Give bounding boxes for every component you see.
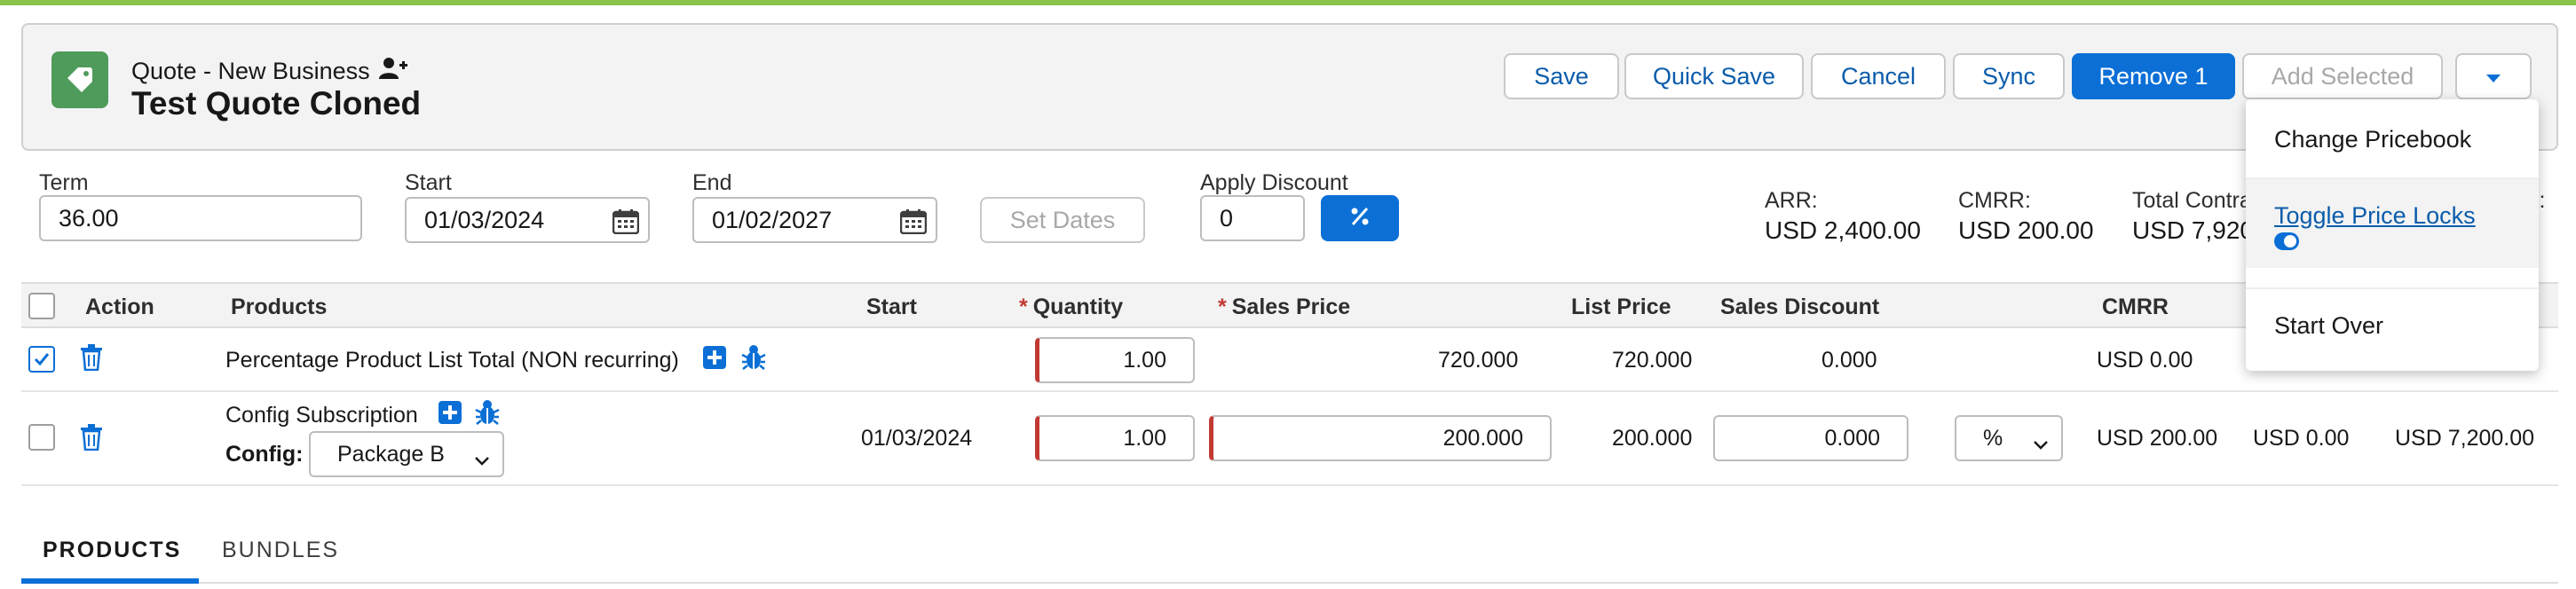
arr-label: ARR: (1765, 188, 1818, 213)
discount-unit-select[interactable]: % (1955, 415, 2063, 461)
extra-value-1: USD 0.00 (2253, 426, 2350, 451)
term-input[interactable]: 36.00 (39, 195, 362, 241)
line-items-header: Action Products Start * Quantity * Sales P… (21, 282, 2558, 328)
sales-price-value: 720.000 (1438, 348, 1519, 373)
bug-icon[interactable] (740, 344, 767, 375)
cmrr-value: USD 200.00 (2097, 426, 2218, 451)
row-checkbox[interactable] (28, 424, 55, 451)
set-dates-button[interactable]: Set Dates (980, 197, 1145, 243)
total-contract-label: Total Contra (2132, 188, 2252, 213)
apply-percent-button[interactable] (1321, 195, 1399, 241)
quote-title: Test Quote Cloned (131, 85, 422, 122)
start-date-input[interactable]: 01/03/2024 (405, 197, 650, 243)
calendar-icon[interactable] (612, 209, 640, 240)
quantity-input[interactable]: 1.00 (1035, 337, 1195, 383)
col-sales-price-label: Sales Price (1231, 294, 1351, 319)
menu-item-toggle-price-locks[interactable]: Toggle Price Locks (2246, 202, 2539, 230)
more-actions-button[interactable] (2455, 53, 2532, 99)
start-date-value: 01/03/2024 (424, 206, 545, 233)
col-sales-discount: Sales Discount (1720, 294, 1880, 319)
config-select[interactable]: Package B (309, 431, 504, 477)
sales-discount-input[interactable]: 0.000 (1713, 415, 1908, 461)
row-checkbox[interactable] (28, 346, 55, 373)
col-products: Products (231, 294, 328, 319)
active-tab-indicator (21, 578, 199, 584)
tabs-baseline (21, 582, 2558, 584)
menu-item-start-over[interactable]: Start Over (2246, 312, 2539, 340)
extra-value-2: USD 7,200.00 (2395, 426, 2535, 451)
quote-tag-icon (51, 51, 108, 108)
menu-divider (2246, 287, 2539, 289)
col-start: Start (866, 294, 917, 319)
add-plus-icon[interactable] (439, 401, 462, 428)
list-price-value: 200.000 (1612, 426, 1693, 451)
tab-bundles[interactable]: BUNDLES (222, 538, 339, 563)
cmrr-value: USD 0.00 (2097, 348, 2193, 373)
save-button[interactable]: Save (1504, 53, 1619, 99)
row-divider (21, 484, 2558, 486)
quote-type: Quote - New Business (131, 57, 407, 86)
list-price-value: 720.000 (1612, 348, 1693, 373)
start-label: Start (405, 170, 452, 195)
end-date-input[interactable]: 01/02/2027 (692, 197, 937, 243)
chevron-down-icon (474, 447, 490, 473)
add-selected-button[interactable]: Add Selected (2242, 53, 2443, 99)
config-select-value: Package B (337, 441, 445, 467)
menu-item-change-pricebook[interactable]: Change Pricebook (2246, 126, 2539, 153)
top-accent-bar (0, 0, 2576, 5)
sales-price-input[interactable]: 200.000 (1209, 415, 1552, 461)
col-sales-price: * Sales Price (1218, 294, 1351, 319)
apply-discount-label: Apply Discount (1200, 170, 1348, 195)
col-quantity: * Quantity (1019, 294, 1124, 319)
actions-dropdown-menu: Change Pricebook Toggle Price Locks Star… (2246, 99, 2539, 371)
row-divider (21, 390, 2558, 392)
discount-unit-value: % (1983, 425, 2003, 451)
delete-icon[interactable] (80, 424, 103, 455)
cmrr-label: CMRR: (1958, 188, 2031, 213)
sync-button[interactable]: Sync (1953, 53, 2065, 99)
bug-icon[interactable] (474, 399, 501, 430)
col-quantity-label: Quantity (1032, 294, 1124, 319)
tab-products[interactable]: PRODUCTS (43, 538, 181, 563)
cmrr-value: USD 200.00 (1958, 216, 2094, 244)
add-user-icon (378, 57, 407, 86)
calendar-icon[interactable] (899, 209, 928, 240)
remove-button[interactable]: Remove 1 (2072, 53, 2235, 99)
quick-save-button[interactable]: Quick Save (1624, 53, 1804, 99)
chevron-down-icon (2485, 63, 2501, 90)
start-date-value: 01/03/2024 (861, 426, 973, 451)
col-list-price: List Price (1571, 294, 1671, 319)
term-label: Term (39, 170, 89, 195)
price-lock-toggle[interactable] (2274, 232, 2299, 250)
product-name: Config Subscription (225, 403, 418, 428)
cancel-button[interactable]: Cancel (1811, 53, 1946, 99)
config-label: Config: (225, 442, 304, 467)
sales-discount-value: 0.000 (1821, 348, 1877, 373)
col-action: Action (85, 294, 154, 319)
quote-type-label: Quote - New Business (131, 58, 370, 84)
quantity-input[interactable]: 1.00 (1035, 415, 1195, 461)
product-name: Percentage Product List Total (NON recur… (225, 348, 679, 373)
apply-discount-input[interactable]: 0 (1200, 195, 1305, 241)
delete-icon[interactable] (80, 344, 103, 375)
total-contract-value: USD 7,920 (2132, 216, 2254, 244)
chevron-down-icon (2033, 431, 2049, 457)
end-label: End (692, 170, 732, 195)
end-date-value: 01/02/2027 (712, 206, 833, 233)
percent-icon (1350, 205, 1370, 232)
add-plus-icon[interactable] (703, 346, 726, 373)
col-cmrr: CMRR (2102, 294, 2169, 319)
arr-value: USD 2,400.00 (1765, 216, 1921, 244)
select-all-checkbox[interactable] (28, 293, 55, 319)
